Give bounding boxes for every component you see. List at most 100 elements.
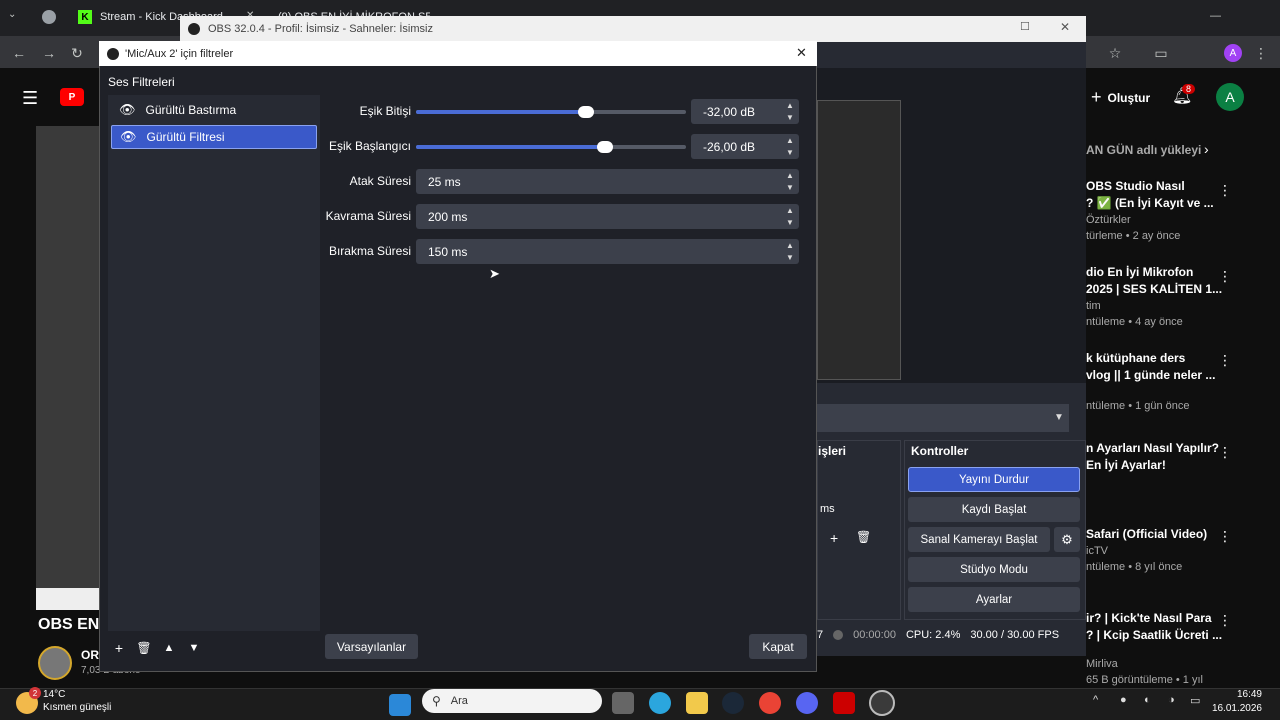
video-menu-icon[interactable]: ⋮ — [1218, 444, 1232, 461]
spin-buttons[interactable]: ▲ ▼ — [781, 239, 799, 264]
down-icon[interactable]: ▼ — [786, 253, 794, 262]
taskbar-search[interactable]: ⚲ Ara — [422, 689, 602, 713]
discord-icon[interactable] — [796, 692, 818, 714]
obs-close-icon[interactable]: ✕ — [1060, 20, 1070, 34]
release-input[interactable]: 150 ms ▲ ▼ — [416, 239, 799, 264]
down-icon[interactable]: ▼ — [786, 148, 794, 157]
slider-handle[interactable] — [578, 106, 595, 118]
video-title: ? ✅ (En İyi Kayıt ve ... — [1086, 196, 1214, 210]
video-menu-icon[interactable]: ⋮ — [1218, 528, 1232, 545]
windows-taskbar — [0, 688, 1280, 720]
dialog-close-icon[interactable]: ✕ — [796, 45, 807, 61]
tab-list-icon[interactable]: ⌄ — [8, 9, 26, 25]
slider-handle[interactable] — [597, 141, 613, 153]
obs-taskbar-icon[interactable] — [869, 690, 895, 716]
obs-maximize-icon[interactable]: ☐ — [1020, 20, 1030, 33]
app-icon[interactable] — [833, 692, 855, 714]
youtube-logo[interactable]: P — [60, 88, 84, 106]
close-threshold-input[interactable]: -32,00 dB ▲ ▼ — [691, 99, 799, 124]
bookmark-star-icon[interactable]: ☆ — [1104, 42, 1126, 64]
start-virtual-camera-button[interactable]: Sanal Kamerayı Başlat — [908, 527, 1050, 552]
attack-input[interactable]: 25 ms ▲ ▼ — [416, 169, 799, 194]
tray-chevron-icon[interactable]: ^ — [1093, 694, 1098, 706]
down-icon[interactable]: ▼ — [786, 183, 794, 192]
trash-icon[interactable]: 🗑︎ — [856, 530, 871, 544]
filter-item-noise-gate[interactable]: 👁︎ Gürültü Filtresi — [111, 125, 317, 149]
menu-dots-icon[interactable]: ⋮ — [1250, 42, 1272, 64]
eye-icon[interactable]: 👁︎ — [119, 102, 136, 118]
video-menu-icon[interactable]: ⋮ — [1218, 268, 1232, 285]
stop-stream-button[interactable]: Yayını Durdur — [908, 467, 1080, 492]
weather-temp[interactable]: 14°C — [43, 689, 65, 700]
network-icon[interactable]: ◐ — [1144, 694, 1151, 706]
eye-icon[interactable]: 👁︎ — [120, 129, 137, 145]
related-video[interactable]: Safari (Official Video) icTV ntüleme • 8… — [1086, 526, 1226, 575]
battery-icon[interactable]: ▭ — [1190, 694, 1200, 707]
clock-date[interactable]: 16.01.2026 — [1210, 703, 1262, 714]
spin-buttons[interactable]: ▲ ▼ — [781, 204, 799, 229]
video-menu-icon[interactable]: ⋮ — [1218, 612, 1232, 629]
file-explorer-icon[interactable] — [686, 692, 708, 714]
move-down-icon[interactable]: ▼ — [184, 638, 204, 658]
related-video[interactable]: OBS Studio Nasıl ? ✅ (En İyi Kayıt ve ..… — [1086, 178, 1226, 244]
globe-icon[interactable] — [42, 10, 56, 24]
add-icon[interactable]: + — [830, 530, 838, 546]
up-icon[interactable]: ▲ — [786, 241, 794, 250]
forward-icon[interactable]: → — [38, 42, 60, 64]
profile-avatar[interactable]: A — [1224, 44, 1242, 62]
reload-icon[interactable]: ↻ — [66, 42, 88, 64]
status-left: 7 — [817, 629, 824, 641]
video-player[interactable] — [36, 126, 100, 591]
virtual-camera-settings-icon[interactable]: ⚙ — [1054, 527, 1080, 552]
related-video[interactable]: dio En İyi Mikrofon 2025 | SES KALİTEN 1… — [1086, 264, 1226, 330]
move-up-icon[interactable]: ▲ — [159, 638, 179, 658]
start-icon[interactable] — [389, 694, 411, 716]
spin-buttons[interactable]: ▲ ▼ — [781, 99, 799, 124]
dialog-titlebar: 'Mic/Aux 2' için filtreler — [99, 41, 817, 66]
clock-time[interactable]: 16:49 — [1218, 689, 1262, 700]
steam-icon[interactable] — [722, 692, 744, 714]
video-menu-icon[interactable]: ⋮ — [1218, 352, 1232, 369]
spin-buttons[interactable]: ▲ ▼ — [781, 134, 799, 159]
open-threshold-input[interactable]: -26,00 dB ▲ ▼ — [691, 134, 799, 159]
up-icon[interactable]: ▲ — [786, 101, 794, 110]
hold-input[interactable]: 200 ms ▲ ▼ — [416, 204, 799, 229]
up-icon[interactable]: ▲ — [786, 206, 794, 215]
spin-buttons[interactable]: ▲ ▼ — [781, 169, 799, 194]
settings-button[interactable]: Ayarlar — [908, 587, 1080, 612]
close-threshold-slider[interactable] — [416, 106, 686, 118]
scene-dropdown[interactable] — [817, 404, 1069, 432]
back-icon[interactable]: ← — [8, 42, 30, 64]
task-view-icon[interactable] — [612, 692, 634, 714]
mic-icon[interactable]: ● — [1120, 694, 1127, 706]
video-title: vlog || 1 günde neler ... — [1086, 368, 1216, 382]
up-icon[interactable]: ▲ — [786, 136, 794, 145]
defaults-button[interactable]: Varsayılanlar — [325, 634, 418, 659]
down-icon[interactable]: ▼ — [786, 218, 794, 227]
open-threshold-slider[interactable] — [416, 141, 686, 153]
remove-filter-icon[interactable]: 🗑︎ — [134, 638, 154, 658]
up-icon[interactable]: ▲ — [786, 171, 794, 180]
channel-name[interactable]: OR — [81, 648, 99, 662]
edge-icon[interactable] — [649, 692, 671, 714]
related-video[interactable]: k kütüphane ders vlog || 1 günde neler .… — [1086, 350, 1226, 414]
speaker-icon[interactable]: ◑ — [1168, 694, 1175, 706]
release-label: Bırakma Süresi — [328, 244, 411, 258]
video-meta: ntüleme • 1 gün önce — [1086, 400, 1190, 412]
channel-avatar[interactable] — [38, 646, 72, 680]
close-threshold-label: Eşik Bitişi — [359, 104, 411, 118]
video-title: OBS EN — [38, 616, 100, 633]
related-video[interactable]: n Ayarları Nasıl Yapılır? En İyi Ayarlar… — [1086, 440, 1226, 474]
down-icon[interactable]: ▼ — [786, 113, 794, 122]
start-recording-button[interactable]: Kaydı Başlat — [908, 497, 1080, 522]
studio-mode-button[interactable]: Stüdyo Modu — [908, 557, 1080, 582]
weather-desc[interactable]: Kısmen güneşli — [43, 702, 111, 713]
filter-item-noise-suppression[interactable]: 👁︎ Gürültü Bastırma — [111, 98, 317, 122]
sidebar-icon[interactable]: ▭ — [1150, 42, 1172, 64]
minimize-icon[interactable]: — — [1210, 10, 1221, 22]
add-filter-icon[interactable]: + — [109, 638, 129, 658]
hamburger-icon[interactable]: ☰ — [22, 88, 38, 109]
close-button[interactable]: Kapat — [749, 634, 807, 659]
chrome-icon[interactable] — [759, 692, 781, 714]
video-menu-icon[interactable]: ⋮ — [1218, 182, 1232, 199]
